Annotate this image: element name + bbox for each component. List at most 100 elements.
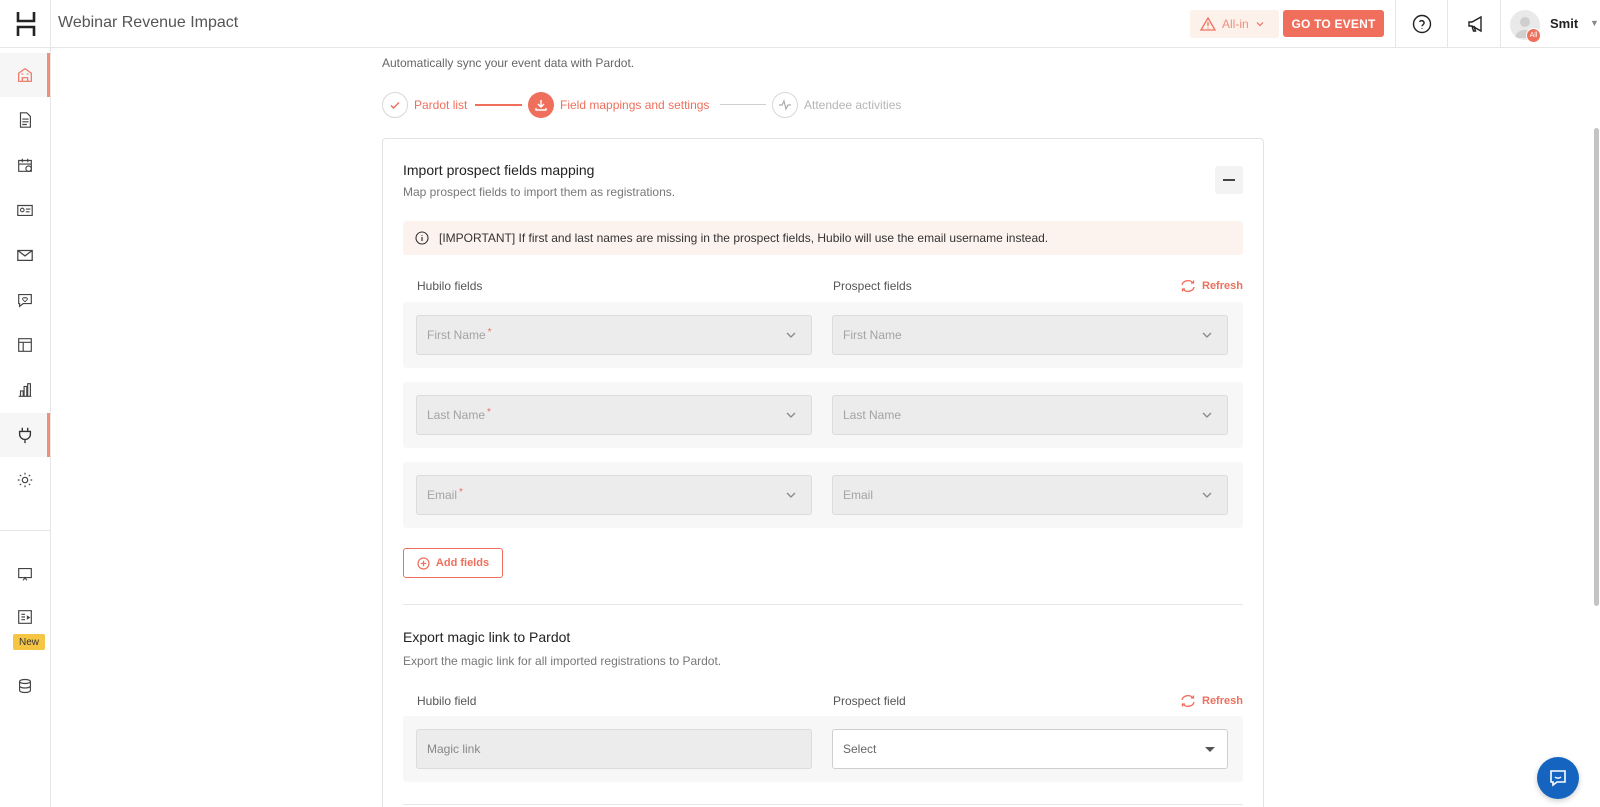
hubilo-field-select[interactable]: First Name *: [416, 315, 812, 355]
prospect-field-select[interactable]: Last Name: [832, 395, 1228, 435]
collapse-button[interactable]: [1215, 166, 1243, 194]
monitor-icon: [18, 568, 32, 581]
step-active-download-icon[interactable]: [528, 92, 554, 118]
sidebar-item-presentation[interactable]: [0, 552, 50, 596]
event-title: Webinar Revenue Impact: [58, 14, 239, 31]
sidebar-item-pages[interactable]: [0, 98, 50, 142]
sidebar-item-engagement[interactable]: [0, 278, 50, 322]
notice-text: [IMPORTANT] If first and last names are …: [439, 231, 1049, 245]
prospect-fields-header: Prospect fields: [833, 279, 912, 293]
gear-icon: [17, 472, 33, 488]
chevron-down-icon: [786, 412, 796, 418]
chevron-down-icon: [1202, 492, 1212, 498]
page-subtitle: Automatically sync your event data with …: [382, 56, 635, 70]
sidebar-item-people[interactable]: [0, 188, 50, 232]
chat-icon: [1550, 770, 1566, 787]
mapping-row: Email * Email: [403, 462, 1243, 528]
refresh-button[interactable]: Refresh: [1180, 279, 1243, 293]
refresh-label: Refresh: [1202, 695, 1243, 707]
refresh-icon: [1181, 280, 1195, 292]
prospect-field-value: First Name: [843, 328, 902, 342]
info-icon: [415, 231, 429, 245]
scrollbar-thumb[interactable]: [1594, 128, 1599, 606]
step-label-attendee-activities[interactable]: Attendee activities: [804, 98, 901, 112]
id-card-icon: [17, 204, 33, 216]
section-divider: [403, 804, 1243, 805]
sidebar: New: [0, 0, 51, 807]
warning-icon: [1200, 17, 1216, 31]
avatar-badge: All: [1526, 28, 1541, 43]
hubilo-field-value: First Name: [427, 328, 486, 342]
prospect-field-value: Email: [843, 488, 874, 502]
top-header: Webinar Revenue Impact All-in GO TO EVEN…: [51, 0, 1600, 48]
chevron-down-icon: [1202, 412, 1212, 418]
megaphone-icon[interactable]: [1465, 13, 1487, 35]
calendar-icon: [18, 158, 32, 172]
sidebar-item-studio[interactable]: [0, 595, 50, 639]
header-separator: [1395, 0, 1396, 48]
video-page-icon: [18, 610, 32, 624]
prospect-field-select[interactable]: Email: [832, 475, 1228, 515]
magic-link-field: Magic link: [416, 729, 812, 769]
support-chat-button[interactable]: [1537, 757, 1579, 799]
user-menu-caret-icon[interactable]: ▼: [1590, 18, 1599, 28]
magic-link-value: Magic link: [427, 742, 481, 756]
export-mapping-row: Magic link Select: [403, 716, 1243, 782]
sidebar-item-email[interactable]: [0, 233, 50, 277]
mapping-row: First Name * First Name: [403, 302, 1243, 368]
chevron-down-icon: [1202, 332, 1212, 338]
hubilo-field-select[interactable]: Last Name *: [416, 395, 812, 435]
sidebar-item-integrations[interactable]: [0, 413, 50, 457]
chevron-down-icon: [786, 492, 796, 498]
plug-icon: [18, 427, 32, 444]
step-pending-activity-icon[interactable]: [772, 92, 798, 118]
sidebar-item-layout[interactable]: [0, 323, 50, 367]
add-fields-button[interactable]: Add fields: [403, 548, 503, 578]
hubilo-field-header: Hubilo field: [417, 694, 477, 708]
help-icon[interactable]: [1411, 13, 1433, 35]
required-marker: *: [487, 406, 491, 418]
step-label-field-mappings[interactable]: Field mappings and settings: [560, 98, 709, 112]
step-done-check-icon[interactable]: [382, 92, 408, 118]
hubilo-fields-header: Hubilo fields: [417, 279, 483, 293]
hubilo-logo-icon[interactable]: [0, 0, 51, 48]
section-divider: [403, 604, 1243, 605]
sidebar-divider: [0, 530, 50, 531]
hubilo-field-select[interactable]: Email *: [416, 475, 812, 515]
refresh-icon: [1181, 695, 1195, 707]
import-section-description: Map prospect fields to import them as re…: [403, 185, 676, 199]
hubilo-field-value: Email: [427, 488, 458, 502]
caret-down-icon: [1205, 747, 1215, 752]
layout-icon: [18, 338, 32, 352]
step-connector: [720, 104, 766, 105]
step-label-pardot-list[interactable]: Pardot list: [414, 98, 467, 112]
sidebar-item-settings[interactable]: [0, 458, 50, 502]
export-section-title: Export magic link to Pardot: [403, 629, 571, 645]
prospect-field-header: Prospect field: [833, 694, 906, 708]
go-to-event-button[interactable]: GO TO EVENT: [1283, 10, 1384, 37]
database-icon: [19, 678, 31, 694]
hubilo-field-value: Last Name: [427, 408, 486, 422]
plan-dropdown[interactable]: All-in: [1190, 10, 1279, 38]
export-section-description: Export the magic link for all imported r…: [403, 654, 722, 668]
step-connector: [475, 104, 522, 106]
sidebar-item-analytics[interactable]: [0, 368, 50, 412]
plan-label: All-in: [1222, 17, 1249, 31]
settings-card: Import prospect fields mapping Map prosp…: [382, 138, 1264, 807]
prospect-field-value: Last Name: [843, 408, 902, 422]
prospect-field-select[interactable]: Select: [832, 729, 1228, 769]
sidebar-item-schedule[interactable]: [0, 143, 50, 187]
sidebar-item-data[interactable]: [0, 664, 50, 708]
prospect-select-placeholder: Select: [843, 742, 877, 756]
prospect-field-select[interactable]: First Name: [832, 315, 1228, 355]
add-fields-label: Add fields: [435, 557, 490, 569]
bar-chart-icon: [18, 383, 32, 397]
required-marker: *: [459, 486, 463, 498]
sidebar-item-overview[interactable]: [0, 53, 50, 97]
header-separator: [1500, 0, 1501, 48]
chat-heart-icon: [18, 294, 32, 308]
document-icon: [19, 112, 31, 128]
mail-icon: [17, 249, 33, 262]
refresh-button[interactable]: Refresh: [1180, 694, 1243, 708]
user-name[interactable]: Smit: [1550, 16, 1578, 31]
